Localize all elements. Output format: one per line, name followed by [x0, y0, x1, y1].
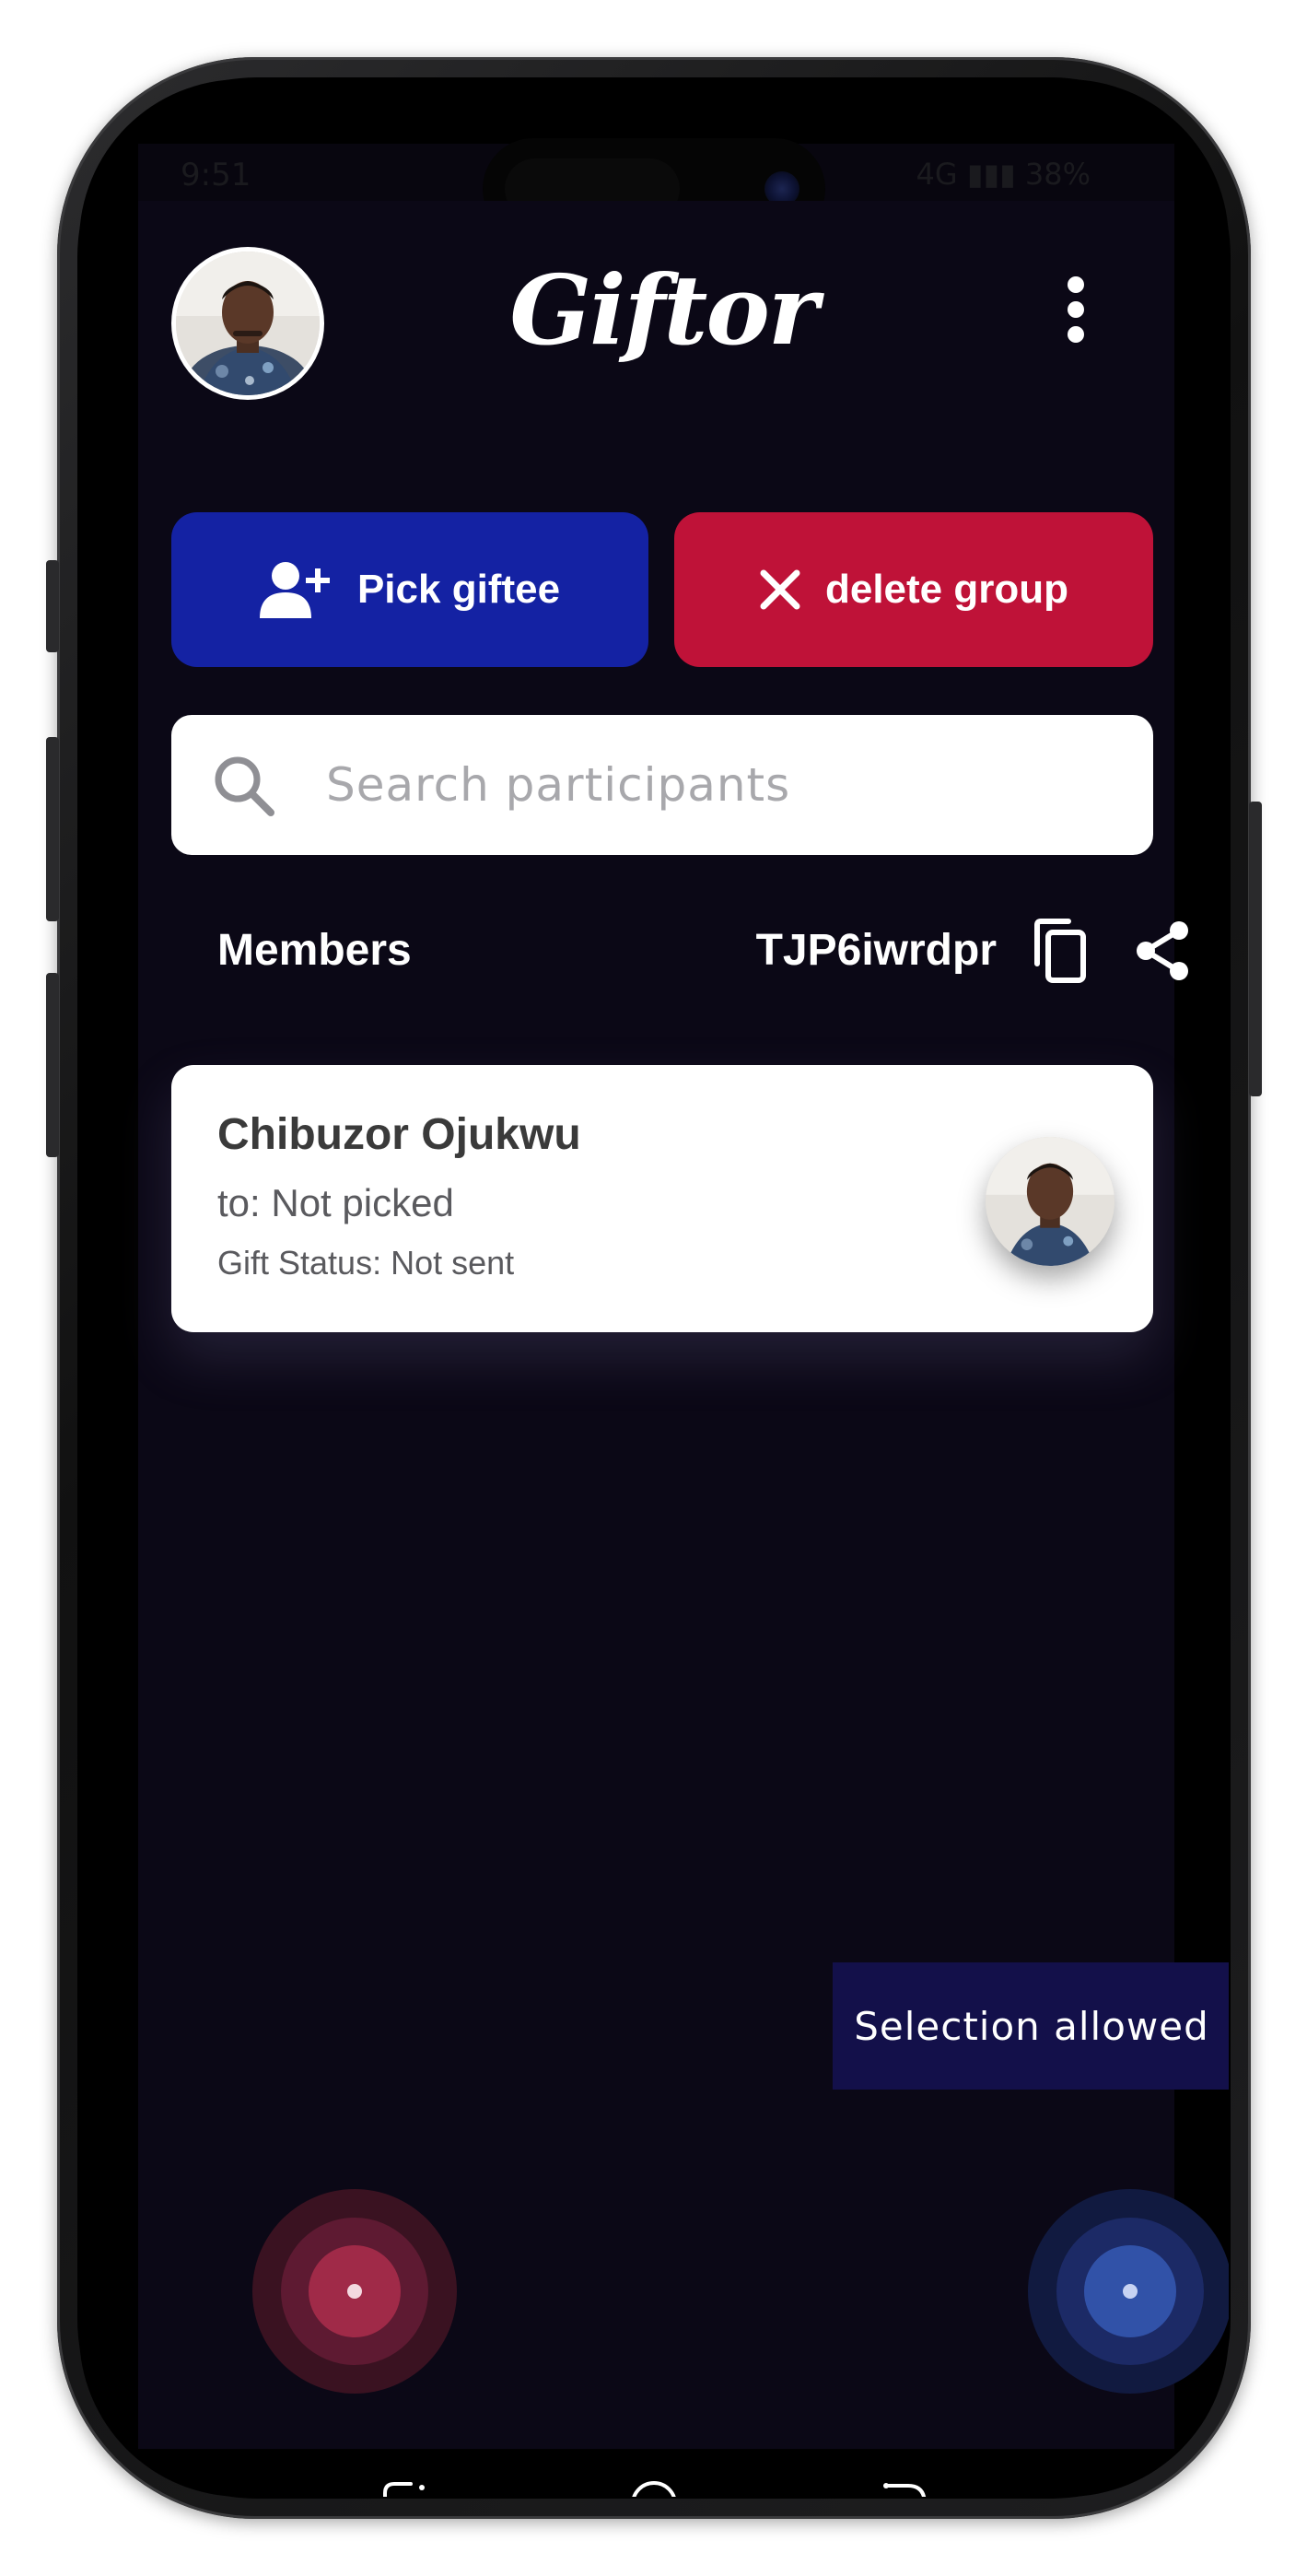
member-gift-status: Gift Status: Not sent — [217, 1244, 515, 1282]
menu-dot — [1068, 276, 1084, 293]
add-person-icon — [259, 562, 330, 618]
search-bar[interactable] — [171, 715, 1153, 855]
selection-status-badge: Selection allowed — [833, 1962, 1229, 2090]
delete-group-button[interactable]: delete group — [674, 512, 1153, 667]
more-vert-icon[interactable] — [1054, 273, 1100, 346]
profile-avatar[interactable] — [171, 247, 324, 400]
avatar-photo — [176, 252, 320, 395]
ring-dot — [1123, 2284, 1138, 2299]
menu-dot — [1068, 301, 1084, 318]
status-time: 9:51 — [181, 157, 251, 193]
group-code: TJP6iwrdpr — [755, 926, 997, 975]
member-name: Chibuzor Ojukwu — [217, 1110, 581, 1159]
members-heading: Members — [217, 926, 412, 975]
blue-floating-button[interactable] — [1028, 2189, 1229, 2394]
avatar-photo — [986, 1137, 1114, 1266]
search-input[interactable] — [324, 744, 1116, 825]
delete-group-label: delete group — [824, 567, 1069, 612]
phone-power-button — [1249, 802, 1262, 1096]
phone-volume-down — [46, 973, 59, 1157]
member-card[interactable]: Chibuzor Ojukwu to: Not picked Gift Stat… — [171, 1065, 1153, 1332]
close-icon — [760, 569, 800, 610]
pick-giftee-label: Pick giftee — [356, 567, 561, 612]
phone-screen: 9:51 4G ▮▮▮ 38% Giftor Pick giftee delet… — [79, 79, 1229, 2497]
member-avatar — [986, 1137, 1114, 1266]
recents-icon[interactable] — [378, 2476, 433, 2497]
member-giftee: to: Not picked — [217, 1181, 454, 1224]
menu-dot — [1068, 326, 1084, 343]
app-logo: Giftor — [509, 253, 818, 367]
red-floating-button[interactable] — [252, 2189, 457, 2394]
copy-icon[interactable] — [1026, 916, 1096, 986]
share-icon[interactable] — [1127, 916, 1197, 986]
back-icon[interactable] — [877, 2476, 932, 2497]
ring-dot — [347, 2284, 362, 2299]
pick-giftee-button[interactable]: Pick giftee — [171, 512, 648, 667]
home-icon[interactable] — [626, 2476, 682, 2497]
status-indicators: 4G ▮▮▮ 38% — [916, 157, 1091, 192]
phone-volume-up — [46, 737, 59, 921]
search-icon — [215, 756, 274, 816]
phone-side-button — [46, 560, 59, 652]
